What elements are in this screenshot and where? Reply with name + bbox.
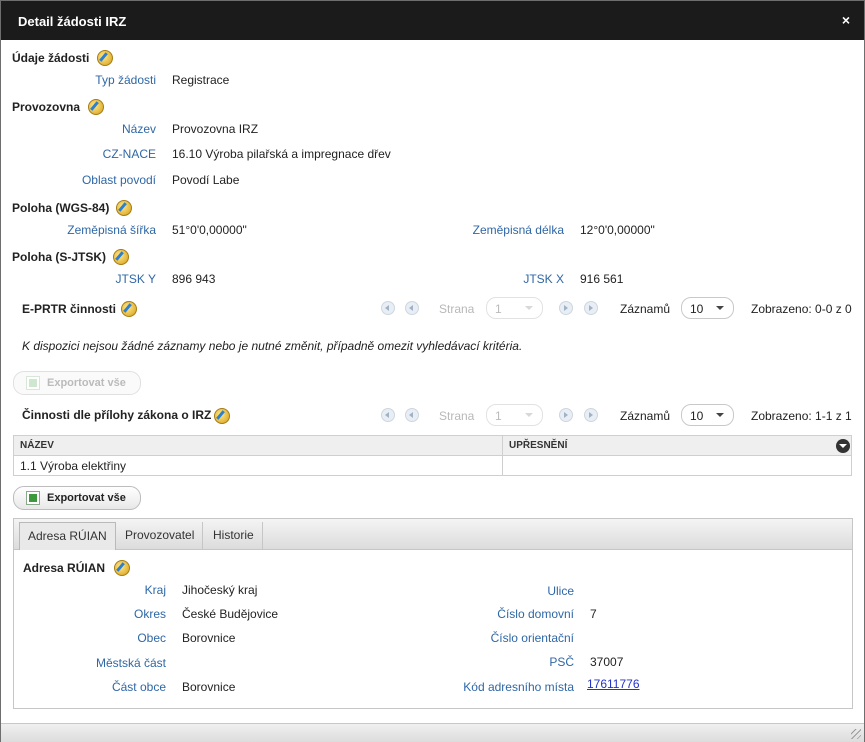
tab-adresa-ruian[interactable]: Adresa RÚIAN [19, 522, 116, 550]
prev-page-icon[interactable] [405, 408, 419, 422]
dialog-footer [1, 723, 864, 742]
export-all-button[interactable]: Exportovat vše [13, 486, 141, 510]
page-select[interactable]: 1 [486, 404, 543, 426]
last-page-icon[interactable] [584, 301, 598, 315]
typ-zadosti-label: Typ žádosti [95, 73, 156, 87]
kraj-value: Jihočeský kraj [182, 583, 258, 597]
edit-icon[interactable] [88, 99, 104, 115]
chevron-down-icon [716, 306, 724, 310]
dialog-titlebar: Detail žádosti IRZ × [1, 1, 864, 40]
resize-grip-icon[interactable] [851, 729, 861, 739]
ulice-label: Ulice [547, 584, 574, 598]
export-all-button[interactable]: Exportovat vše [13, 371, 141, 395]
zaznamu-label: Záznamů [620, 302, 671, 316]
edit-icon[interactable] [114, 560, 130, 576]
zemepisna-delka-value: 12°0'0,00000" [580, 223, 655, 237]
chevron-down-icon [525, 306, 533, 310]
close-icon[interactable]: × [842, 12, 850, 28]
cinnosti-table: NÁZEV UPŘESNĚNÍ 1.1 Výroba elektřiny [13, 435, 852, 476]
table-row[interactable]: 1.1 Výroba elektřiny [13, 455, 852, 476]
jtsk-y-label: JTSK Y [115, 272, 156, 286]
edit-icon[interactable] [97, 50, 113, 66]
table-cell [502, 455, 852, 476]
section-eprtr-heading: E-PRTR činnosti [22, 302, 117, 316]
obec-label: Obec [137, 631, 166, 645]
export-all-label: Exportovat vše [47, 492, 126, 504]
request-detail-dialog: Detail žádosti IRZ × Údaje žádosti Typ ž… [0, 0, 865, 742]
first-page-icon[interactable] [381, 408, 395, 422]
psc-label: PSČ [549, 655, 574, 669]
cast-obce-value: Borovnice [182, 680, 236, 694]
tab-bar: Adresa RÚIAN Provozovatel Historie [13, 518, 853, 550]
chevron-down-icon [716, 413, 724, 417]
section-adresa-heading: Adresa RÚIAN [23, 561, 106, 575]
dialog-title: Detail žádosti IRZ [18, 14, 127, 29]
oblast-povodi-label: Oblast povodí [81, 173, 156, 187]
edit-icon[interactable] [113, 249, 129, 265]
edit-icon[interactable] [121, 301, 137, 317]
mestska-cast-label: Městská část [95, 656, 166, 670]
page-size-value: 10 [690, 302, 704, 316]
excel-icon [26, 376, 40, 390]
obec-value: Borovnice [182, 631, 236, 645]
section-udaje-heading: Údaje žádosti [12, 51, 90, 65]
kod-adresniho-mista-link[interactable]: 17611776 [587, 677, 640, 691]
nazev-label: Název [121, 122, 156, 136]
nazev-value: Provozovna IRZ [172, 122, 259, 136]
page-select[interactable]: 1 [486, 297, 543, 319]
section-cinnosti-heading: Činnosti dle přílohy zákona o IRZ [22, 408, 212, 422]
cast-obce-label: Část obce [111, 680, 166, 694]
empty-message: K dispozici nejsou žádné záznamy nebo je… [22, 339, 523, 353]
cislo-orientacni-label: Číslo orientační [490, 631, 574, 645]
first-page-icon[interactable] [381, 301, 395, 315]
zemepisna-sirka-value: 51°0'0,00000" [172, 223, 247, 237]
edit-icon[interactable] [214, 408, 230, 424]
jtsk-x-value: 916 561 [580, 272, 624, 286]
oblast-povodi-value: Povodí Labe [172, 173, 240, 187]
page-size-select[interactable]: 10 [681, 297, 734, 319]
zobrazeno-text: Zobrazeno: 1-1 z 1 [751, 409, 852, 423]
page-size-select[interactable]: 10 [681, 404, 734, 426]
page-select-value: 1 [495, 302, 502, 316]
section-provozovna-heading: Provozovna [12, 100, 81, 114]
cislo-domovni-label: Číslo domovní [497, 607, 574, 621]
cz-nace-value: 16.10 Výroba pilařská a impregnace dřev [172, 147, 391, 161]
zemepisna-sirka-label: Zeměpisná šířka [67, 223, 156, 237]
kod-adresniho-mista-label: Kód adresního místa [463, 680, 574, 694]
jtsk-x-label: JTSK X [523, 272, 564, 286]
okres-label: Okres [133, 607, 166, 621]
typ-zadosti-value: Registrace [172, 73, 230, 87]
column-header-upresneni[interactable]: UPŘESNĚNÍ [502, 435, 852, 456]
strana-label: Strana [439, 302, 475, 316]
zobrazeno-text: Zobrazeno: 0-0 z 0 [751, 302, 852, 316]
page-select-value: 1 [495, 409, 502, 423]
psc-value: 37007 [590, 655, 624, 669]
cislo-domovni-value: 7 [590, 607, 597, 621]
chevron-down-icon [525, 413, 533, 417]
last-page-icon[interactable] [584, 408, 598, 422]
section-sjtsk-heading: Poloha (S-JTSK) [12, 250, 107, 264]
kraj-label: Kraj [144, 583, 166, 597]
okres-value: České Budějovice [182, 607, 279, 621]
export-all-label: Exportovat vše [47, 377, 126, 389]
tab-provozovatel[interactable]: Provozovatel [117, 522, 204, 549]
next-page-icon[interactable] [559, 408, 573, 422]
excel-icon [26, 491, 40, 505]
prev-page-icon[interactable] [405, 301, 419, 315]
table-header-row: NÁZEV UPŘESNĚNÍ [13, 435, 852, 456]
column-menu-icon[interactable] [836, 439, 850, 453]
column-header-nazev[interactable]: NÁZEV [13, 435, 503, 456]
zemepisna-delka-label: Zeměpisná délka [472, 223, 564, 237]
jtsk-y-value: 896 943 [172, 272, 216, 286]
next-page-icon[interactable] [559, 301, 573, 315]
tab-historie[interactable]: Historie [205, 522, 263, 549]
zaznamu-label: Záznamů [620, 409, 671, 423]
page-size-value: 10 [690, 409, 704, 423]
strana-label: Strana [439, 409, 475, 423]
section-wgs-heading: Poloha (WGS-84) [12, 201, 110, 215]
edit-icon[interactable] [116, 200, 132, 216]
table-cell: 1.1 Výroba elektřiny [13, 455, 503, 476]
cz-nace-label: CZ-NACE [102, 147, 156, 161]
